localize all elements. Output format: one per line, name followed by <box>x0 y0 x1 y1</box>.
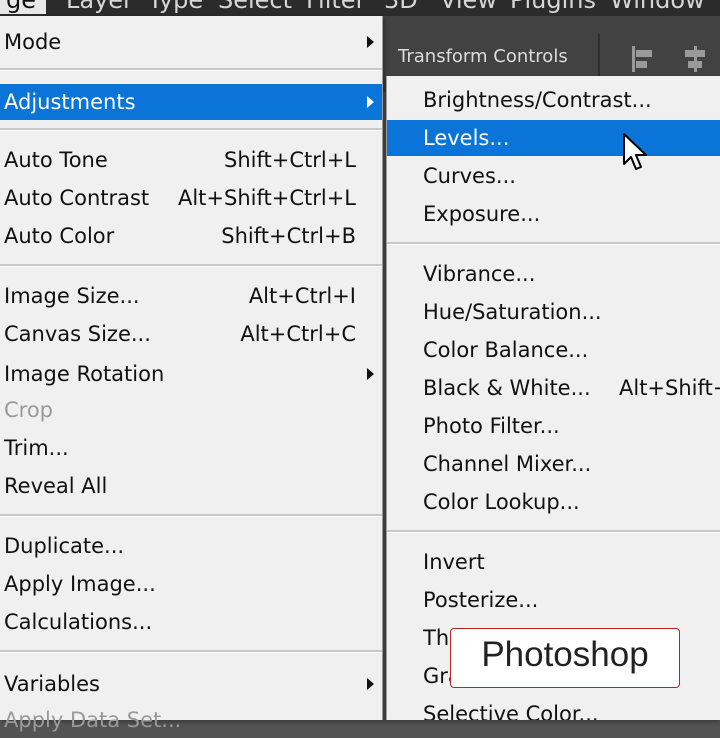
image-size-label: Image Size... <box>4 284 140 308</box>
menu-bar: ge Layer Type Select Filter 3D View Plug… <box>0 0 720 16</box>
transform-controls-label[interactable]: Transform Controls <box>398 46 568 67</box>
auto-contrast-shortcut: Alt+Shift+Ctrl+L <box>177 186 356 210</box>
submenu-item-color-lookup[interactable]: Color Lookup... <box>387 484 720 520</box>
image-menu: Mode Adjustments Auto Tone Shift+Ctrl+L … <box>0 16 383 732</box>
submenu-item-channel-mixer[interactable]: Channel Mixer... <box>387 446 720 482</box>
align-left-icon[interactable] <box>630 46 656 72</box>
photo-filter-label: Photo Filter... <box>423 414 560 438</box>
submenu-item-exposure[interactable]: Exposure... <box>387 196 720 232</box>
submenu-arrow-icon <box>367 368 374 380</box>
invert-label: Invert <box>423 550 485 574</box>
menu-plugins[interactable]: Plugins <box>510 0 596 14</box>
auto-tone-shortcut: Shift+Ctrl+L <box>224 148 356 172</box>
menu-3d[interactable]: 3D <box>384 0 418 14</box>
menu-item-crop: Crop <box>0 392 382 428</box>
exposure-label: Exposure... <box>423 202 541 226</box>
menu-item-auto-contrast[interactable]: Auto Contrast Alt+Shift+Ctrl+L <box>0 180 382 216</box>
canvas-size-shortcut: Alt+Ctrl+C <box>240 322 356 346</box>
submenu-divider <box>387 242 720 245</box>
menu-view[interactable]: View <box>440 0 497 14</box>
image-rotation-label: Image Rotation <box>4 362 165 386</box>
color-lookup-label: Color Lookup... <box>423 490 580 514</box>
submenu-item-photo-filter[interactable]: Photo Filter... <box>387 408 720 444</box>
submenu-divider <box>387 530 720 533</box>
apply-data-set-label: Apply Data Set... <box>4 708 182 732</box>
menu-item-duplicate[interactable]: Duplicate... <box>0 528 382 564</box>
menu-item-auto-tone[interactable]: Auto Tone Shift+Ctrl+L <box>0 142 382 178</box>
submenu-item-vibrance[interactable]: Vibrance... <box>387 256 720 292</box>
submenu-arrow-icon <box>367 96 374 108</box>
posterize-label: Posterize... <box>423 588 539 612</box>
menu-item-apply-data-set: Apply Data Set... <box>0 702 382 738</box>
channel-mixer-label: Channel Mixer... <box>423 452 592 476</box>
submenu-item-levels[interactable]: Levels... <box>387 120 720 156</box>
submenu-item-color-balance[interactable]: Color Balance... <box>387 332 720 368</box>
menu-item-image-rotation[interactable]: Image Rotation <box>0 356 382 392</box>
canvas-size-label: Canvas Size... <box>4 322 151 346</box>
menu-item-mode[interactable]: Mode <box>0 24 382 60</box>
submenu-item-brightness-contrast[interactable]: Brightness/Contrast... <box>387 82 720 118</box>
menu-item-calculations[interactable]: Calculations... <box>0 604 382 640</box>
curves-label: Curves... <box>423 164 516 188</box>
menu-item-auto-color[interactable]: Auto Color Shift+Ctrl+B <box>0 218 382 254</box>
adjustments-submenu: Brightness/Contrast... Levels... Curves.… <box>386 76 720 720</box>
menu-item-image-size[interactable]: Image Size... Alt+Ctrl+I <box>0 278 382 314</box>
menu-divider <box>0 128 382 131</box>
auto-contrast-label: Auto Contrast <box>4 186 150 210</box>
image-size-shortcut: Alt+Ctrl+I <box>248 284 356 308</box>
photoshop-badge: Photoshop <box>450 628 680 688</box>
levels-label: Levels... <box>423 126 510 150</box>
menu-divider <box>0 650 382 653</box>
duplicate-label: Duplicate... <box>4 534 125 558</box>
submenu-item-hue-saturation[interactable]: Hue/Saturation... <box>387 294 720 330</box>
brightness-contrast-label: Brightness/Contrast... <box>423 88 652 112</box>
selective-color-label: Selective Color... <box>423 702 599 720</box>
menu-divider <box>0 264 382 267</box>
menu-divider <box>0 68 382 71</box>
reveal-all-label: Reveal All <box>4 474 108 498</box>
calculations-label: Calculations... <box>4 610 153 634</box>
menu-item-variables[interactable]: Variables <box>0 666 382 702</box>
badge-text: Photoshop <box>481 635 649 674</box>
submenu-item-curves[interactable]: Curves... <box>387 158 720 194</box>
menu-layer[interactable]: Layer <box>66 0 133 14</box>
menu-image[interactable]: ge <box>0 0 46 14</box>
apply-image-label: Apply Image... <box>4 572 156 596</box>
mode-label: Mode <box>4 30 62 54</box>
menu-item-adjustments[interactable]: Adjustments <box>0 84 382 120</box>
color-balance-label: Color Balance... <box>423 338 589 362</box>
adjustments-label: Adjustments <box>4 90 136 114</box>
hue-saturation-label: Hue/Saturation... <box>423 300 602 324</box>
menu-item-trim[interactable]: Trim... <box>0 430 382 466</box>
crop-label: Crop <box>4 398 54 422</box>
menu-filter[interactable]: Filter <box>306 0 365 14</box>
menu-item-canvas-size[interactable]: Canvas Size... Alt+Ctrl+C <box>0 316 382 352</box>
submenu-item-posterize[interactable]: Posterize... <box>387 582 720 618</box>
menu-window[interactable]: Window <box>610 0 705 14</box>
menu-divider <box>0 514 382 517</box>
align-center-icon[interactable] <box>682 46 708 72</box>
submenu-arrow-icon <box>367 678 374 690</box>
black-white-shortcut: Alt+Shift+ <box>619 376 720 400</box>
submenu-item-black-white[interactable]: Black & White... Alt+Shift+ <box>387 370 720 406</box>
mouse-cursor-icon <box>623 133 647 170</box>
auto-color-shortcut: Shift+Ctrl+B <box>221 224 356 248</box>
submenu-item-invert[interactable]: Invert <box>387 544 720 580</box>
submenu-arrow-icon <box>367 36 374 48</box>
black-white-label: Black & White... <box>423 376 591 400</box>
variables-label: Variables <box>4 672 100 696</box>
vibrance-label: Vibrance... <box>423 262 536 286</box>
menu-item-reveal-all[interactable]: Reveal All <box>0 468 382 504</box>
menu-type[interactable]: Type <box>148 0 203 14</box>
menu-select[interactable]: Select <box>218 0 292 14</box>
auto-color-label: Auto Color <box>4 224 115 248</box>
auto-tone-label: Auto Tone <box>4 148 108 172</box>
menu-item-apply-image[interactable]: Apply Image... <box>0 566 382 602</box>
submenu-item-selective-color[interactable]: Selective Color... <box>387 696 720 720</box>
trim-label: Trim... <box>4 436 69 460</box>
